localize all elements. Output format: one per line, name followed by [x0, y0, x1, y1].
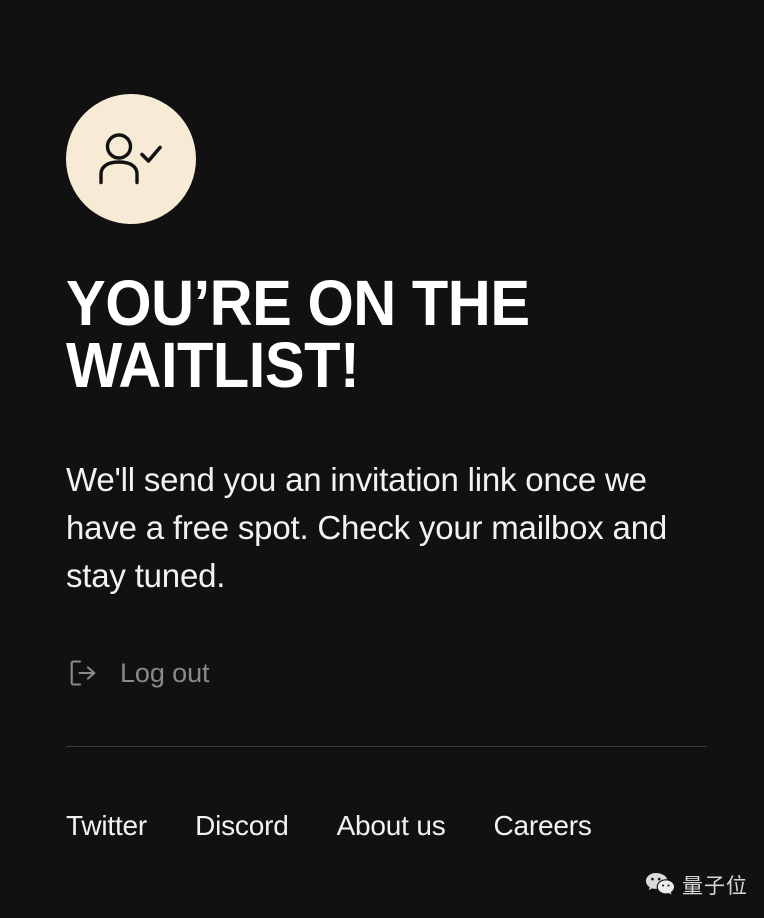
footer-link-about-us[interactable]: About us	[337, 810, 446, 842]
waitlist-page: YOU’RE ON THE WAITLIST! We'll send you a…	[0, 0, 764, 918]
footer-link-discord[interactable]: Discord	[195, 810, 289, 842]
footer-link-twitter[interactable]: Twitter	[66, 810, 147, 842]
logout-button[interactable]: Log out	[66, 656, 209, 690]
footer-divider	[66, 746, 707, 747]
watermark: 量子位	[645, 870, 748, 900]
wechat-icon	[645, 872, 675, 898]
status-badge	[66, 94, 196, 224]
watermark-label: 量子位	[682, 874, 748, 898]
user-check-icon	[98, 133, 164, 185]
footer-link-careers[interactable]: Careers	[494, 810, 592, 842]
footer-nav: Twitter Discord About us Careers	[66, 810, 592, 842]
logout-icon	[66, 656, 100, 690]
page-title: YOU’RE ON THE WAITLIST!	[66, 267, 530, 402]
logout-label: Log out	[120, 657, 210, 688]
page-description: We'll send you an invitation link once w…	[66, 461, 668, 595]
avatar	[66, 94, 196, 224]
